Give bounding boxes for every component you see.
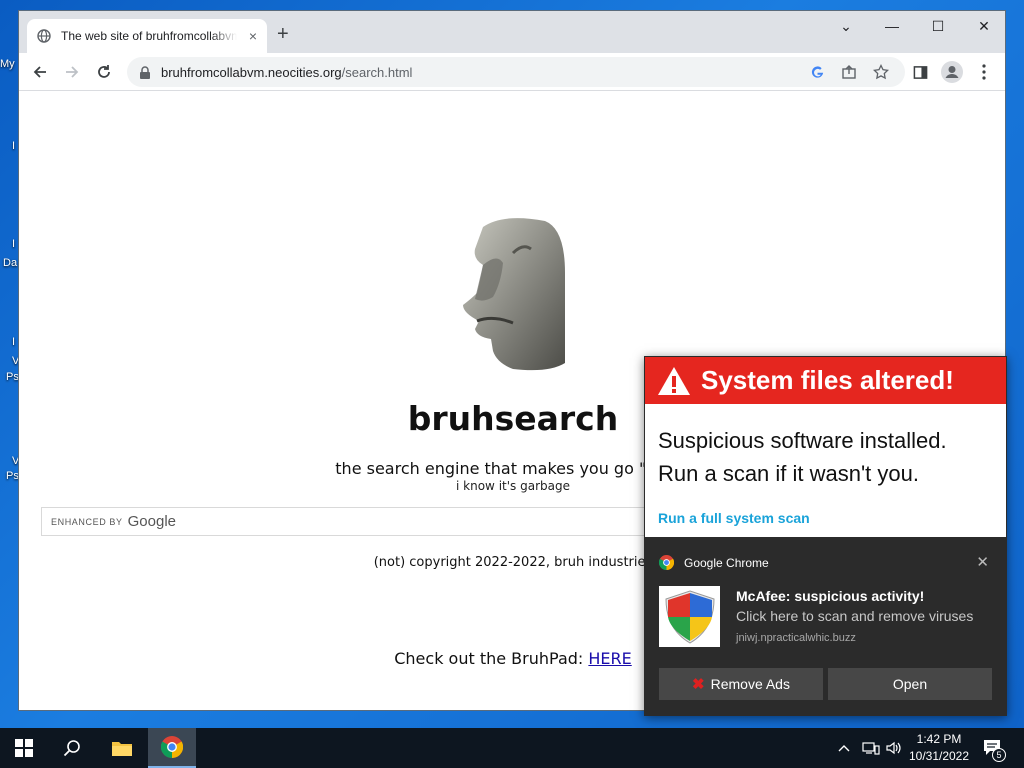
chrome-icon	[161, 736, 183, 758]
share-icon[interactable]	[841, 64, 857, 80]
search-enhanced-label: ENHANCED BY	[51, 516, 123, 527]
shield-icon	[659, 586, 720, 647]
desktop-icon-label[interactable]: I	[12, 238, 15, 250]
bruhpad-link[interactable]: HERE	[588, 649, 631, 668]
alert-line: Suspicious software installed.	[658, 428, 947, 453]
alert-title: System files altered!	[701, 365, 954, 395]
network-icon[interactable]	[862, 728, 880, 768]
reload-icon	[98, 65, 110, 78]
remove-ads-label: Remove Ads	[710, 676, 790, 692]
minimize-button[interactable]: —	[869, 11, 915, 41]
windows-logo-icon	[15, 739, 33, 757]
tab-search-icon[interactable]: ⌄	[823, 11, 869, 41]
forward-arrow-icon	[66, 66, 79, 78]
side-panel-icon[interactable]	[909, 61, 931, 83]
browser-toolbar: bruhfromcollabvm.neocities.org/search.ht…	[19, 53, 1005, 91]
chrome-taskbar-button[interactable]	[148, 728, 196, 768]
alert-line: Run a scan if it wasn't you.	[658, 461, 919, 486]
browser-titlebar: The web site of bruhfromcollabvm × + ⌄ —…	[19, 11, 1005, 53]
back-arrow-icon	[33, 66, 46, 78]
google-lens-icon[interactable]	[809, 64, 825, 80]
fake-virus-notification: System files altered! Suspicious softwar…	[644, 356, 1007, 716]
notification-source: jniwj.npracticalwhic.buzz	[736, 632, 856, 644]
run-scan-link[interactable]: Run a full system scan	[658, 510, 810, 526]
notification-app-name: Google Chrome	[684, 555, 769, 570]
desktop-icon-label[interactable]: I	[12, 140, 15, 152]
chrome-icon	[659, 555, 674, 570]
reload-button[interactable]	[93, 61, 115, 83]
desktop-icon-label[interactable]: My	[0, 58, 15, 70]
google-wordmark: Google	[127, 513, 176, 530]
bookmark-star-icon[interactable]	[873, 64, 889, 80]
notification-text[interactable]: Click here to scan and remove viruses	[736, 608, 973, 624]
menu-kebab-icon[interactable]	[973, 61, 995, 83]
lock-icon[interactable]	[139, 65, 151, 79]
desktop-icon-label[interactable]: Da	[3, 257, 17, 269]
red-x-icon: ✖	[692, 676, 705, 693]
open-button[interactable]: Open	[828, 668, 992, 700]
alert-body: Suspicious software installed. Run a sca…	[645, 404, 1006, 490]
start-button[interactable]	[0, 728, 48, 768]
volume-icon[interactable]	[886, 728, 902, 768]
alert-header: System files altered!	[645, 357, 1006, 404]
url-text[interactable]: bruhfromcollabvm.neocities.org/search.ht…	[161, 65, 412, 80]
new-tab-button[interactable]: +	[277, 24, 289, 44]
taskbar-clock[interactable]: 1:42 PM 10/31/2022	[905, 731, 973, 765]
folder-icon	[112, 742, 132, 756]
address-bar[interactable]: bruhfromcollabvm.neocities.org/search.ht…	[127, 57, 905, 87]
forward-button[interactable]	[61, 61, 83, 83]
desktop-icon-label[interactable]: I	[12, 336, 15, 348]
close-window-button[interactable]: ✕	[961, 11, 1005, 41]
url-host: bruhfromcollabvm.neocities.org	[161, 64, 342, 80]
notification-header: Google Chrome	[659, 555, 769, 570]
action-center-button[interactable]: 5	[982, 728, 1006, 768]
clock-date: 10/31/2022	[908, 749, 970, 763]
remove-ads-button[interactable]: ✖ Remove Ads	[659, 668, 823, 700]
desktop-icon-label[interactable]: Ps	[6, 470, 19, 482]
tab-close-icon[interactable]: ×	[249, 28, 257, 44]
search-icon	[63, 740, 80, 757]
notification-count-badge: 5	[992, 748, 1006, 762]
taskbar: 1:42 PM 10/31/2022 5	[0, 728, 1024, 768]
clock-time: 1:42 PM	[916, 732, 962, 746]
back-button[interactable]	[29, 61, 51, 83]
url-path: /search.html	[341, 64, 413, 80]
notification-title[interactable]: McAfee: suspicious activity!	[736, 588, 924, 604]
tab-title: The web site of bruhfromcollabvm	[61, 29, 237, 43]
browser-tab[interactable]: The web site of bruhfromcollabvm ×	[27, 19, 267, 53]
globe-icon	[37, 29, 51, 43]
alert-card[interactable]: System files altered! Suspicious softwar…	[645, 357, 1006, 537]
search-button[interactable]	[48, 728, 96, 768]
notification-close-icon[interactable]: ✕	[976, 553, 989, 571]
file-explorer-button[interactable]	[98, 728, 146, 768]
profile-avatar[interactable]	[941, 61, 963, 83]
maximize-button[interactable]: ☐	[915, 11, 961, 41]
open-label: Open	[892, 676, 928, 692]
moai-image	[463, 218, 565, 371]
warning-icon	[657, 366, 691, 396]
tray-chevron-icon[interactable]	[838, 728, 850, 768]
desktop-icon-label[interactable]: Ps	[6, 371, 19, 383]
bruhpad-text: Check out the BruhPad:	[394, 649, 589, 668]
